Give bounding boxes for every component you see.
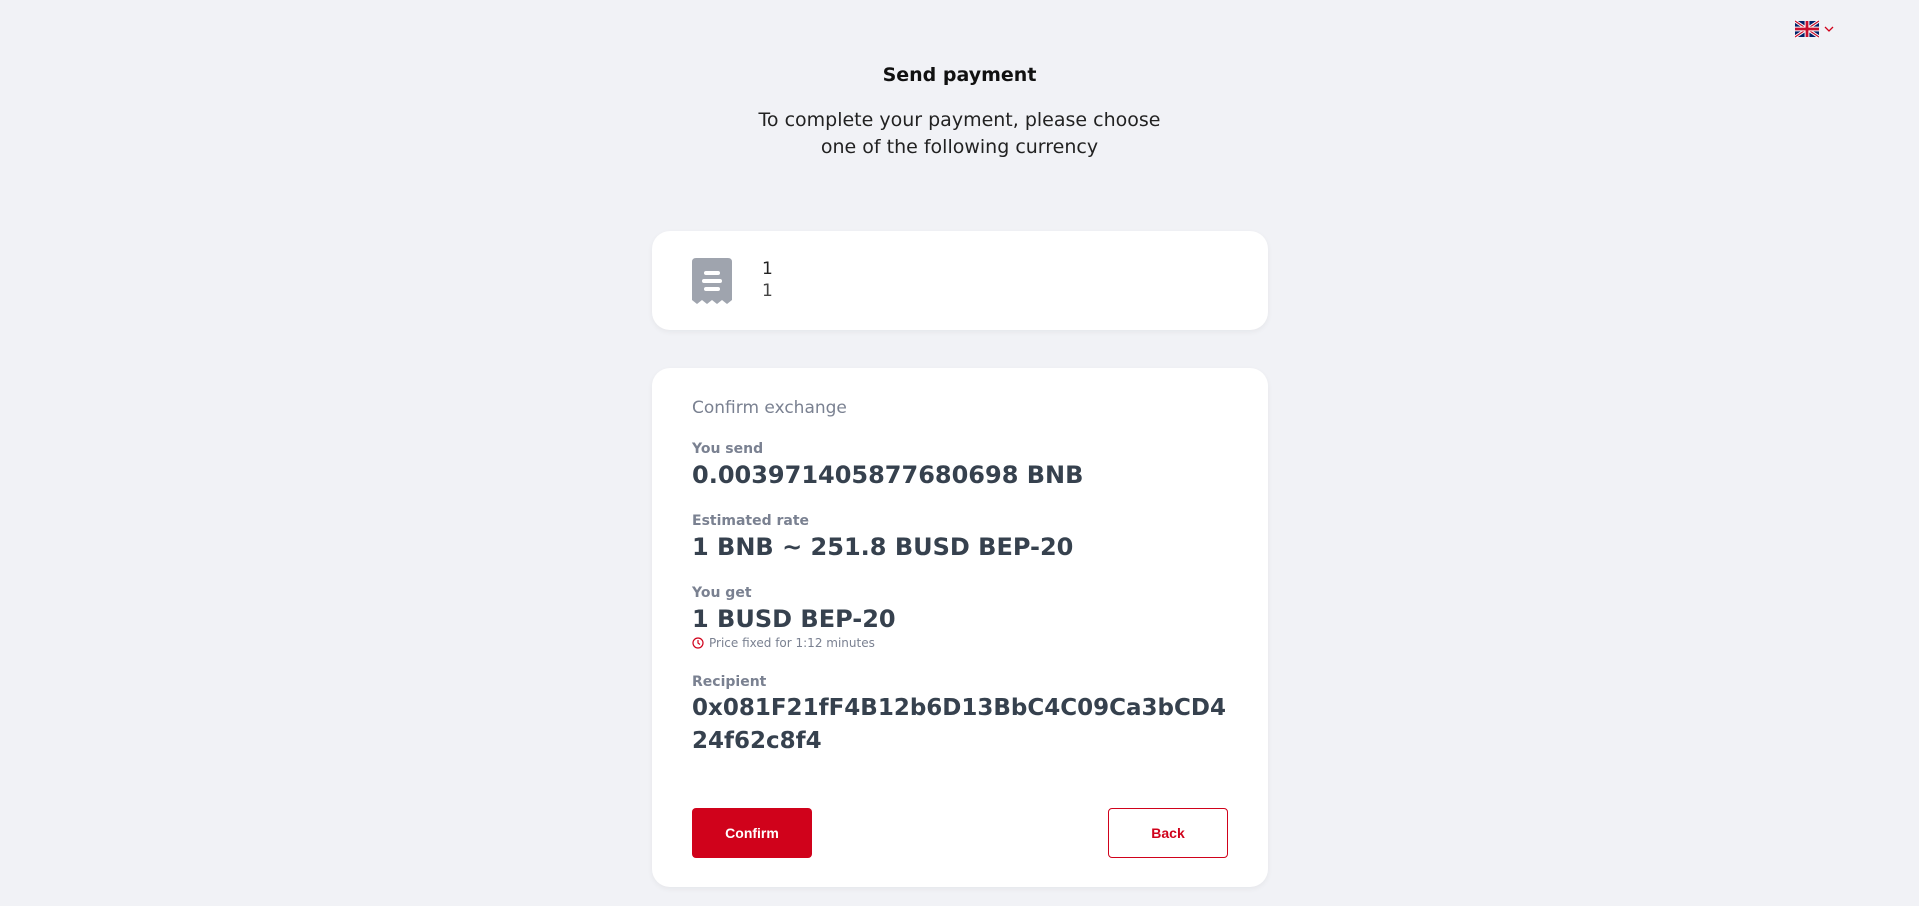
send-value: 0.003971405877680698 BNB — [692, 461, 1084, 489]
receipt-icon — [692, 258, 732, 304]
language-selector[interactable] — [1795, 20, 1834, 38]
clock-icon — [692, 637, 704, 649]
page-title: Send payment — [882, 64, 1037, 86]
chevron-down-icon — [1824, 26, 1834, 32]
rate-value: 1 BNB ~ 251.8 BUSD BEP-20 — [692, 533, 1074, 561]
section-title: Confirm exchange — [692, 398, 847, 418]
price-fixed-note: Price fixed for 1:12 minutes — [692, 636, 875, 650]
price-fixed-text: Price fixed for 1:12 minutes — [709, 636, 875, 650]
send-label: You send — [692, 441, 764, 457]
recipient-address: 0x081F21fF4B12b6D13BbC4C09Ca3bCD424f62c8… — [692, 695, 1226, 754]
order-summary-card: 1 1 — [652, 231, 1268, 330]
recipient-label: Recipient — [692, 674, 767, 690]
order-amount: 1 — [762, 281, 773, 301]
page-subtitle: To complete your payment, please choose … — [758, 109, 1161, 158]
get-value: 1 BUSD BEP-20 — [692, 605, 896, 633]
order-name: 1 — [762, 259, 773, 279]
confirm-exchange-card: Confirm exchange You send 0.003971405877… — [652, 368, 1268, 887]
back-button[interactable]: Back — [1108, 808, 1228, 858]
payment-page: Send payment To complete your payment, p… — [0, 0, 1919, 906]
confirm-button[interactable]: Confirm — [692, 808, 812, 858]
get-label: You get — [692, 585, 752, 601]
uk-flag-icon — [1795, 20, 1819, 38]
rate-label: Estimated rate — [692, 513, 810, 529]
